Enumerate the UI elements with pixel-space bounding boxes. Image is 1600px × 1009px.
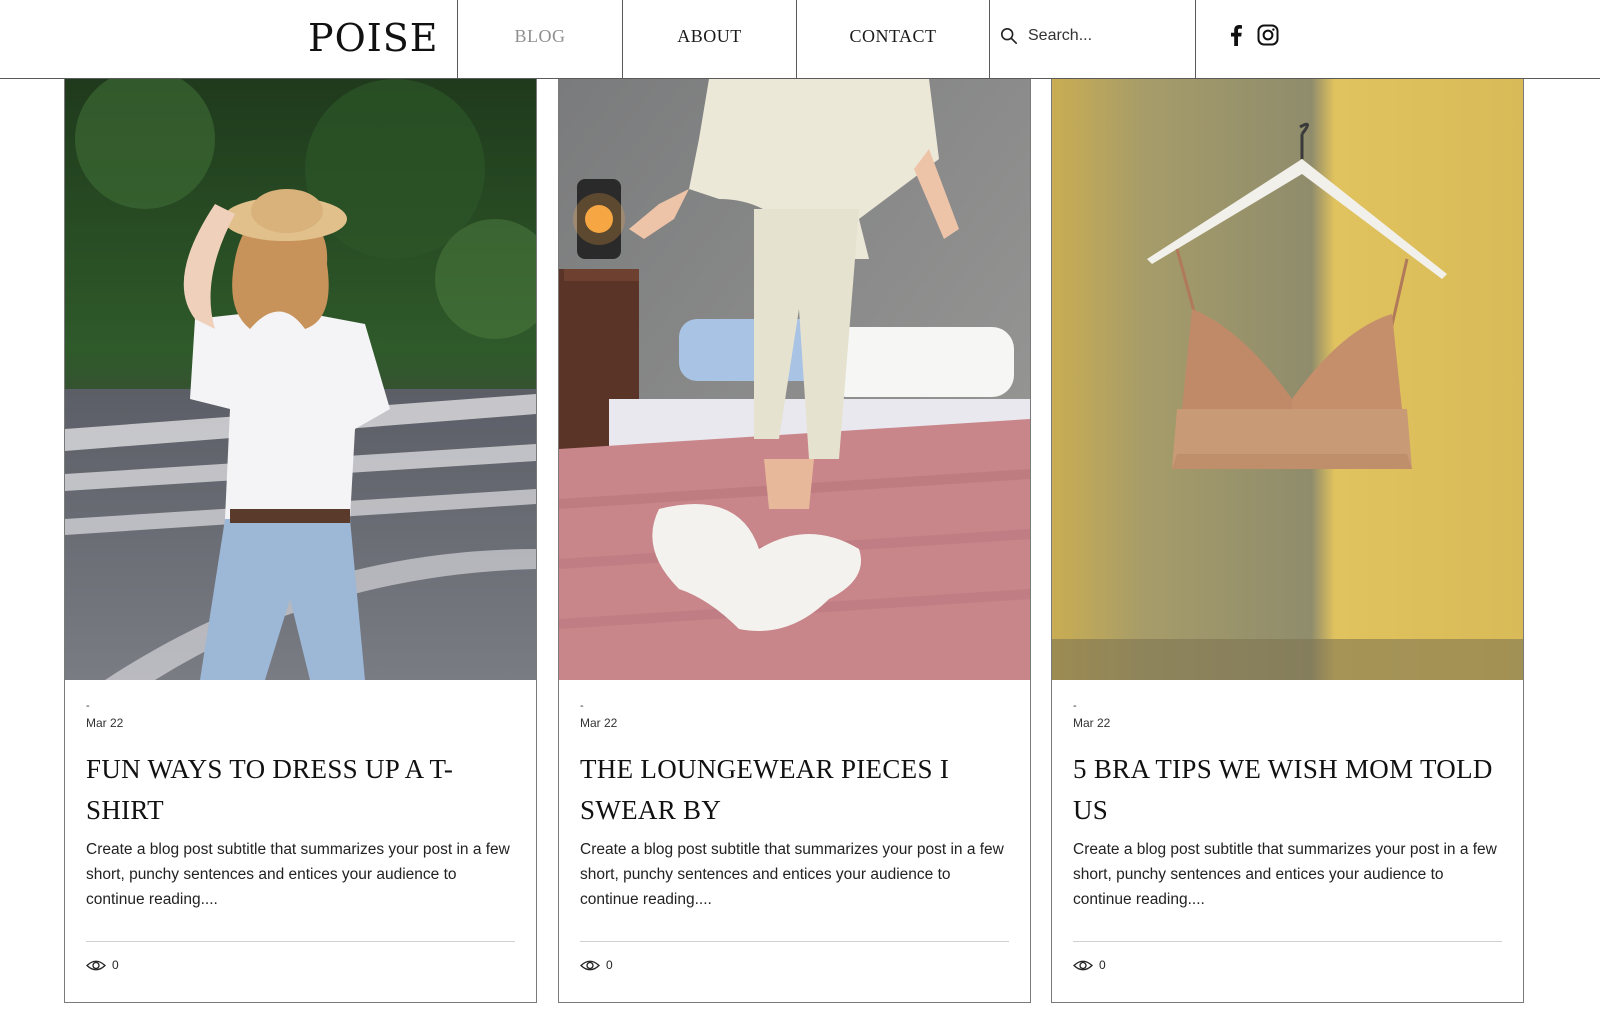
nav-item-blog[interactable]: BLOG (458, 0, 622, 78)
site-header: POISE BLOG ABOUT CONTACT (0, 0, 1600, 79)
post-views: 0 (1073, 958, 1106, 972)
eye-icon (86, 960, 106, 970)
post-subtitle: Create a blog post subtitle that summari… (1073, 841, 1497, 908)
nav-divider (1195, 0, 1196, 79)
post-footer: 0 (86, 941, 515, 981)
post-title[interactable]: FUN WAYS TO DRESS UP A T-SHIRT (86, 749, 515, 831)
post-image-tshirt[interactable] (65, 79, 536, 680)
nav-item-contact[interactable]: CONTACT (797, 0, 989, 78)
post-subtitle: Create a blog post subtitle that summari… (580, 841, 1004, 908)
post-date: Mar 22 (580, 716, 618, 730)
eye-icon (1073, 960, 1093, 970)
site-logo[interactable]: POISE (296, 12, 461, 64)
post-footer: 0 (1073, 941, 1502, 981)
post-meta-dash: - (86, 700, 90, 712)
view-count: 0 (112, 958, 119, 972)
post-image-bra-tips[interactable] (1052, 79, 1523, 680)
post-meta-dash: - (1073, 700, 1077, 712)
search-icon (1000, 27, 1018, 45)
post-body: - Mar 22 THE LOUNGEWEAR PIECES I SWEAR B… (580, 699, 1009, 912)
post-card[interactable]: - Mar 22 THE LOUNGEWEAR PIECES I SWEAR B… (558, 79, 1031, 1003)
search-box[interactable] (1000, 20, 1200, 52)
post-card[interactable]: - Mar 22 FUN WAYS TO DRESS UP A T-SHIRT … (64, 79, 537, 1003)
post-photo (65, 79, 536, 680)
instagram-icon[interactable] (1255, 22, 1281, 48)
post-views: 0 (580, 958, 613, 972)
post-photo (1052, 79, 1523, 680)
post-card[interactable]: - Mar 22 5 BRA TIPS WE WISH MOM TOLD US … (1051, 79, 1524, 1003)
post-meta-dash: - (580, 700, 584, 712)
nav-item-about[interactable]: ABOUT (623, 0, 796, 78)
post-body: - Mar 22 5 BRA TIPS WE WISH MOM TOLD US … (1073, 699, 1502, 912)
search-input[interactable] (1028, 27, 1178, 45)
post-image-loungewear[interactable] (559, 79, 1030, 680)
post-title[interactable]: THE LOUNGEWEAR PIECES I SWEAR BY (580, 749, 1009, 831)
post-subtitle: Create a blog post subtitle that summari… (86, 841, 510, 908)
facebook-icon[interactable] (1223, 22, 1249, 48)
nav-divider (989, 0, 990, 79)
post-date: Mar 22 (86, 716, 124, 730)
post-body: - Mar 22 FUN WAYS TO DRESS UP A T-SHIRT … (86, 699, 515, 912)
post-footer: 0 (580, 941, 1009, 981)
post-views: 0 (86, 958, 119, 972)
view-count: 0 (606, 958, 613, 972)
post-photo (559, 79, 1030, 680)
eye-icon (580, 960, 600, 970)
view-count: 0 (1099, 958, 1106, 972)
post-date: Mar 22 (1073, 716, 1111, 730)
post-title[interactable]: 5 BRA TIPS WE WISH MOM TOLD US (1073, 749, 1502, 831)
